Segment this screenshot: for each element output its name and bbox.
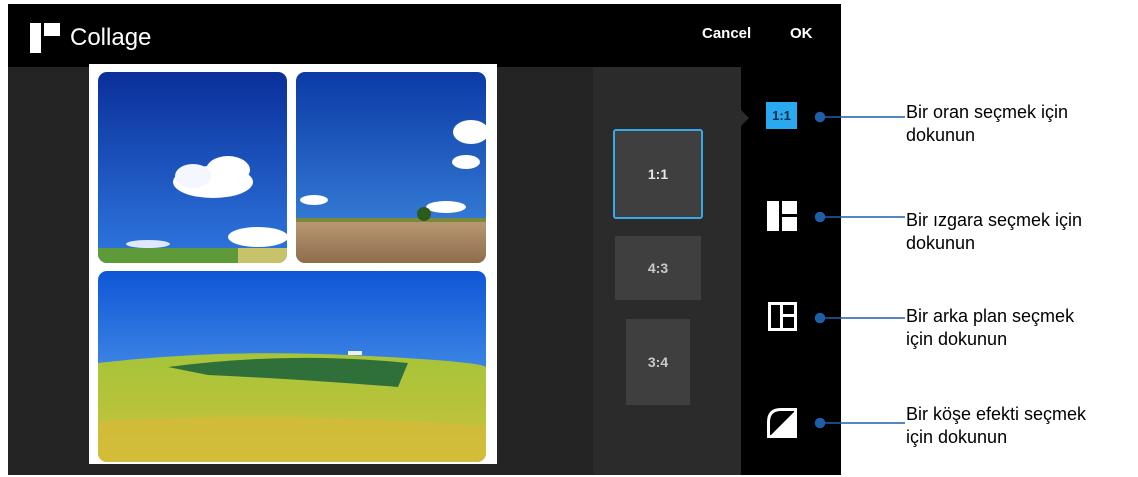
active-tool-pointer	[741, 110, 749, 126]
collage-photo-sky-clouds[interactable]	[98, 72, 287, 263]
callout-ratio: Bir oran seçmek için dokunun	[906, 101, 1068, 147]
ok-button[interactable]: OK	[790, 22, 813, 46]
ratio-icon[interactable]: 1:1	[766, 102, 797, 129]
ratio-option-1-1[interactable]: 1:1	[613, 129, 703, 219]
callout-grid-line2: dokunun	[906, 233, 976, 253]
callout-corner-line2: için dokunun	[906, 427, 1008, 447]
ratio-option-4-3[interactable]: 4:3	[615, 236, 701, 300]
cancel-button[interactable]: Cancel	[702, 22, 751, 46]
collage-photo-plowed-field[interactable]	[296, 72, 486, 263]
callout-ratio-line2: dokunun	[906, 125, 976, 145]
callout-grid-line1: Bir ızgara seçmek için	[906, 210, 1083, 230]
collage-app-icon	[30, 23, 60, 53]
app-title: Collage	[70, 24, 152, 51]
collage-photo-green-hills[interactable]	[98, 271, 486, 462]
background-icon[interactable]	[768, 302, 797, 331]
ratio-option-3-4[interactable]: 3:4	[626, 319, 690, 405]
callout-background-line2: için dokunun	[906, 329, 1008, 349]
callout-corner-effect: Bir köşe efekti seçmek için dokunun	[906, 403, 1086, 449]
callout-ratio-line1: Bir oran seçmek için	[906, 102, 1069, 122]
corner-effect-icon[interactable]	[767, 408, 797, 438]
grid-icon[interactable]	[767, 201, 797, 231]
callout-background-line1: Bir arka plan seçmek	[906, 306, 1075, 326]
callout-background: Bir arka plan seçmek için dokunun	[906, 305, 1074, 351]
callout-corner-line1: Bir köşe efekti seçmek	[906, 404, 1087, 424]
callout-grid: Bir ızgara seçmek için dokunun	[906, 209, 1082, 255]
